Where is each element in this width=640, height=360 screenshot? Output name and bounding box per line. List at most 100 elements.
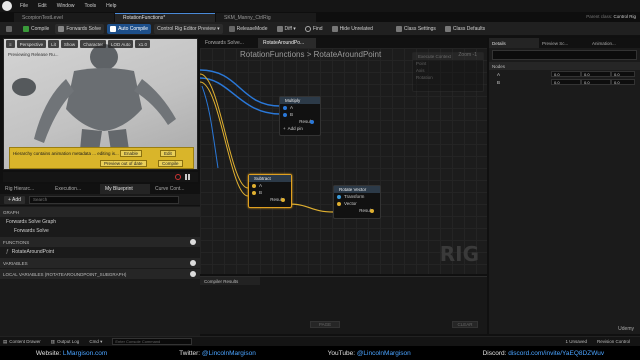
tab-preview-scene[interactable]: Preview Sc... [539,38,589,48]
graph-item-forwards-solve-graph[interactable]: Forwards Solve Graph [0,217,200,226]
menu-asset[interactable]: Window [52,3,80,9]
subtract-pin-b[interactable]: B [249,189,291,196]
tab-details[interactable]: Details [489,38,539,48]
function-icon: ƒ [6,248,9,255]
graph-item-forwards-solve[interactable]: Forwards Solve [0,226,200,235]
enable-button[interactable]: Enable [120,150,143,157]
add-function-icon[interactable] [190,239,196,245]
b-y-field[interactable]: 0.0 [581,79,611,85]
defaults-icon [444,25,451,32]
menu-file[interactable]: File [15,3,33,9]
rig-watermark: RIG [439,242,479,266]
add-pin-button[interactable]: + Add pin [280,125,320,132]
hide-unrelated-button[interactable]: Hide Unrelated [329,24,376,34]
preview-dropdown[interactable]: Control Rig Editor Preview ▾ [154,23,223,34]
viewport-menu-button[interactable]: ≡ [6,40,15,48]
document-tabs: ScorpionTestLevel RotationFunctions* SKM… [0,12,640,22]
lod-button[interactable]: LOD Auto [107,40,134,48]
clear-button[interactable]: CLEAR [452,321,478,328]
subtract-pin-a[interactable]: A [249,182,291,189]
youtube-info: YouTube: @LincolnMargison [327,349,411,357]
multiply-result[interactable]: Result [280,118,320,125]
section-variables[interactable]: VARIABLES [0,258,200,268]
tab-forwards-solve-graph[interactable]: Forwards Solve... [200,38,258,48]
perspective-button[interactable]: Perspective [16,40,47,48]
compile-button[interactable]: Compile [20,24,52,34]
unreal-logo-icon[interactable] [2,1,12,11]
a-y-field[interactable]: 0.0 [581,71,611,77]
release-icon [228,25,235,32]
add-search-row: + Add Search [0,194,200,206]
a-z-field[interactable]: 0.0 [611,71,635,77]
lit-button[interactable]: Lit [48,40,59,48]
show-button[interactable]: Show [60,40,79,48]
revision-control-button[interactable]: Revision Control [597,339,630,344]
release-mode-toggle[interactable]: ReleaseMode [226,24,271,34]
class-defaults-button[interactable]: Class Defaults [442,24,488,34]
preview-viewport[interactable]: ≡ Perspective Lit Show Character LOD Aut… [3,38,198,170]
diff-button[interactable]: Diff ▾ [274,24,299,34]
status-bar: ▤ Content Drawer ▥ Output Log Cmd ▾ Enter … [0,336,640,346]
menu-edit[interactable]: Edit [33,3,52,9]
rotate-pin-vector[interactable]: Vector [334,200,380,207]
forwards-solve-button[interactable]: Forwards Solve [55,23,105,34]
entry-node[interactable]: Execute Context Point Axis Rotation [412,52,484,92]
character-button[interactable]: Character [80,40,106,48]
details-search-input[interactable] [492,50,637,60]
rotate-vector-node[interactable]: Rotate Vector Transform Vector Result [333,185,381,219]
subtract-node[interactable]: Subtract A B Result [248,174,292,208]
gear-icon [395,25,402,32]
function-item-rotate-around-point[interactable]: ƒ RotateAroundPoint [0,247,200,256]
menu-tools[interactable]: Help [101,3,121,9]
tab-animation[interactable]: Animation... [589,38,639,48]
tab-rotation-functions[interactable]: RotationFunctions* [115,13,215,22]
section-nodes[interactable]: Nodes [489,62,640,70]
a-x-field[interactable]: 0.0 [551,71,581,77]
unsaved-indicator[interactable]: 1 Unsaved [565,339,587,344]
tab-my-blueprint[interactable]: My Blueprint [100,184,150,194]
add-variable-icon[interactable] [190,260,196,266]
rotate-pin-transform[interactable]: Transform [334,193,380,200]
b-z-field[interactable]: 0.0 [611,79,635,85]
console-input[interactable]: Enter Console Command [112,338,193,345]
tab-rig-hierarchy[interactable]: Rig Hierarc... [0,184,50,194]
page-button[interactable]: PAGE [310,321,340,328]
content-drawer-button[interactable]: ▤ Content Drawer [3,339,41,345]
pause-icon[interactable] [185,174,190,180]
record-icon[interactable] [175,174,181,180]
tab-execution[interactable]: Execution... [50,184,100,194]
rotate-result[interactable]: Result [334,207,380,214]
b-x-field[interactable]: 0.0 [551,79,581,85]
auto-compile-toggle[interactable]: Auto Compile [107,23,152,34]
speed-button[interactable]: x1.0 [135,40,150,48]
my-blueprint-panel: Rig Hierarc... Execution... My Blueprint… [0,184,200,336]
tab-compiler-results[interactable]: Compiler Results [200,277,260,285]
menu-window[interactable]: Tools [79,3,101,9]
compiler-results-panel: Compiler Results PAGE CLEAR [200,276,487,334]
edit-button[interactable]: Edit [160,150,176,157]
save-icon[interactable] [3,24,17,34]
compile-viewport-button[interactable]: Compile [158,160,183,167]
section-local-variables[interactable]: LOCAL VARIABLES (ROTATEAROUNDPOINT_SUBGR… [0,269,200,279]
section-functions[interactable]: FUNCTIONS [0,237,200,247]
node-graph[interactable]: RotationFunctions > RotateAroundPoint Zo… [200,48,487,274]
cmd-dropdown[interactable]: Cmd ▾ [89,339,102,345]
section-graph[interactable]: GRAPH [0,207,200,217]
class-settings-button[interactable]: Class Settings [393,24,439,34]
search-input[interactable]: Search [28,195,179,204]
find-button[interactable]: Find [302,24,326,34]
output-log-button[interactable]: ▥ Output Log [51,339,80,345]
website-info: Website: LMargison.com [35,349,108,357]
tab-rotate-around-point[interactable]: RotateAroundPo... [258,38,316,48]
multiply-node[interactable]: Multiply A B Result + Add pin [279,96,321,136]
tab-curve-container[interactable]: Curve Cont... [150,184,200,194]
subtract-result[interactable]: Result [249,196,291,203]
add-button[interactable]: + Add [4,195,25,204]
right-panel-tabs: Details Preview Sc... Animation... [489,38,640,48]
tab-skm-manny[interactable]: SKM_Manny_CtrlRig [216,13,316,22]
add-local-variable-icon[interactable] [190,271,196,277]
tab-scorpion-level[interactable]: ScorpionTestLevel [14,13,114,22]
multiply-pin-b[interactable]: B [280,111,320,118]
diff-icon [276,25,283,32]
multiply-pin-a[interactable]: A [280,104,320,111]
